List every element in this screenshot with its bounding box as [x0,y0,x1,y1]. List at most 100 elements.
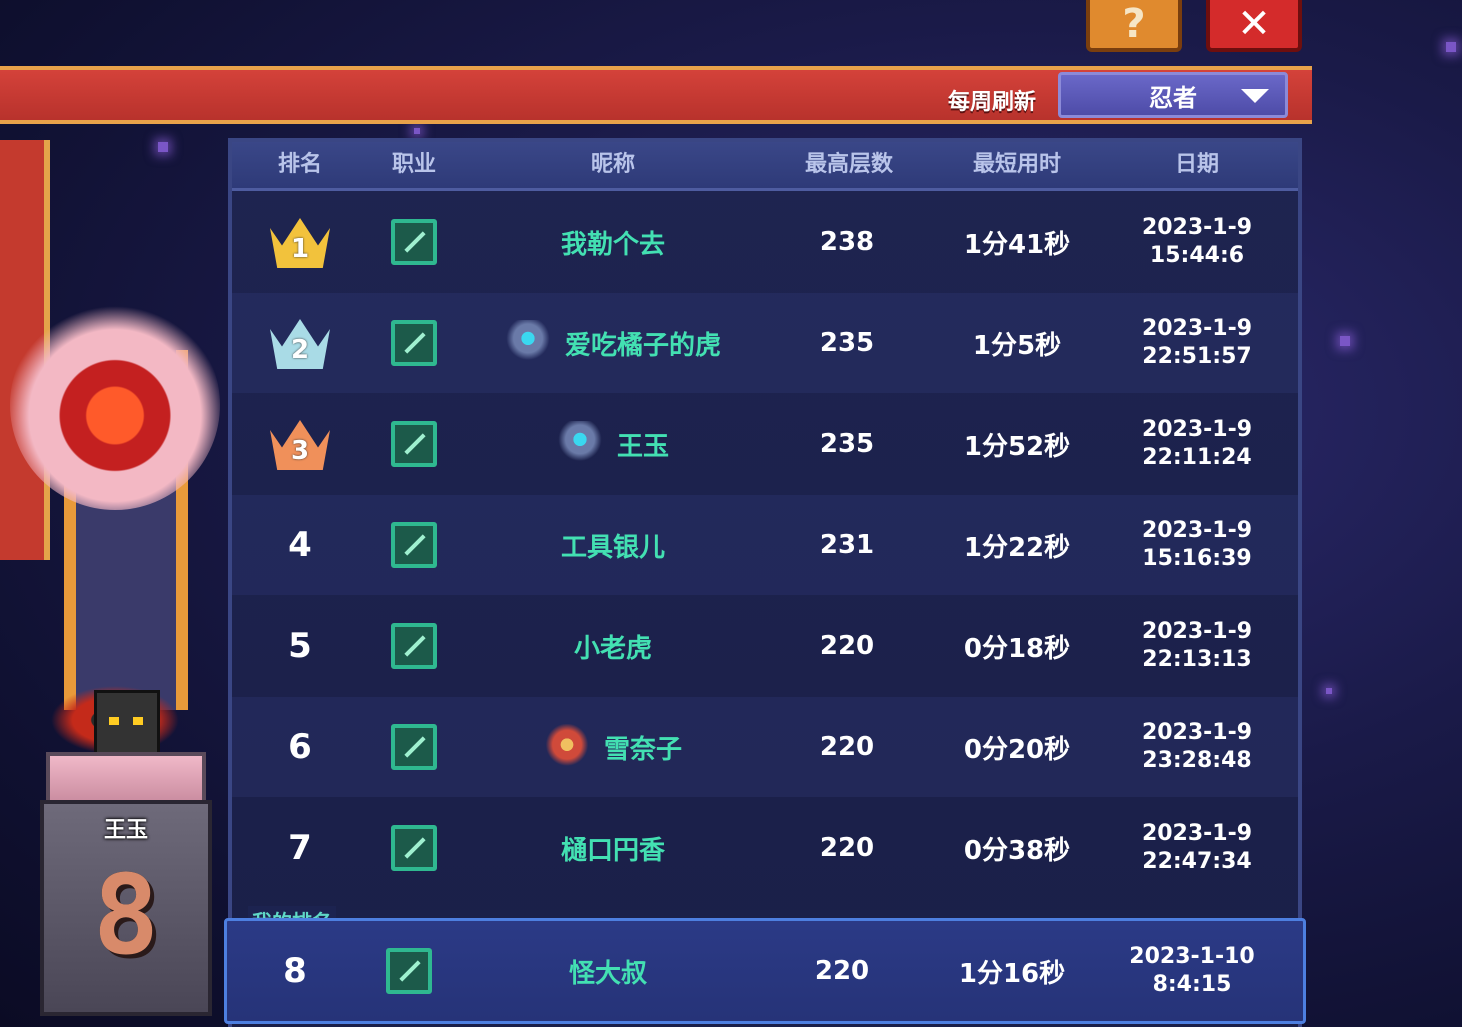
date-cell: 2023-1-9 22:13:13 [1102,596,1292,696]
time-of-day: 8:4:15 [1152,972,1232,997]
time-of-day: 23:28:48 [1142,748,1252,773]
pedestal-rank-number: 8 [92,851,160,979]
weekly-refresh-label: 每周刷新 [948,90,1037,115]
player-name-cell: 樋口円香 [468,798,758,898]
date-cell: 2023-1-9 23:28:48 [1102,697,1292,797]
column-header-max-floor: 最高层数 [804,152,893,177]
player-name: 雪奈子 [603,734,682,765]
table-row[interactable]: 5 小老虎 220 0分18秒 2023-1-9 22:13:13 [232,596,1298,696]
close-icon: ✕ [1237,1,1271,47]
best-time: 1分22秒 [963,532,1071,563]
player-name-cell: 小老虎 [468,596,758,696]
demon-eye [109,717,119,725]
class-cell [374,495,454,595]
rank-number: 5 [288,626,312,666]
table-row[interactable]: 7 樋口円香 220 0分38秒 2023-1-9 22:47:34 [232,798,1298,898]
rank-cell: 5 [260,596,340,696]
sparkle [1340,336,1350,346]
ninja-class-icon [391,320,437,366]
ninja-class-icon [391,724,437,770]
player-name-cell: 工具银儿 [468,495,758,595]
table-row[interactable]: 1 我勒个去 238 1分41秒 2023-1-9 15:44:6 [232,192,1298,292]
column-header-class: 职业 [391,152,436,177]
class-cell [374,293,454,393]
date-cell: 2023-1-10 8:4:15 [1097,921,1287,1021]
player-name-cell: 爱吃橘子的虎 [468,293,758,393]
max-floor: 220 [814,956,870,986]
time-of-day: 22:11:24 [1142,445,1252,470]
demon-eye [133,717,143,725]
date: 2023-1-9 [1141,417,1253,442]
close-button[interactable]: ✕ [1206,0,1302,52]
rank-cell: 4 [260,495,340,595]
date-cell: 2023-1-9 15:16:39 [1102,495,1292,595]
player-name-cell: 王玉 [468,394,758,494]
sparkle [158,142,168,152]
time-of-day: 22:13:13 [1142,647,1252,672]
rank-number: 2 [290,335,310,365]
date-cell: 2023-1-9 22:47:34 [1102,798,1292,898]
max-floor: 220 [819,833,875,863]
rank-cell: 7 [260,798,340,898]
max-floor: 238 [819,227,875,257]
best-time: 0分18秒 [963,633,1071,664]
table-row[interactable]: 2 爱吃橘子的虎 235 1分5秒 2023-1-9 22:51:57 [232,293,1298,393]
class-dropdown[interactable]: 忍者 [1058,72,1288,118]
class-cell [374,394,454,494]
column-header-rank: 排名 [277,152,322,177]
column-header-best-time: 最短用时 [972,152,1061,177]
time-of-day: 22:47:34 [1142,849,1252,874]
my-rank-row[interactable]: 8 怪大叔 220 1分16秒 2023-1-10 8:4:15 [224,918,1306,1024]
ninja-class-icon [391,522,437,568]
player-name: 王玉 [616,431,669,462]
date-cell: 2023-1-9 22:51:57 [1102,293,1292,393]
rank-number: 3 [290,436,310,466]
date: 2023-1-9 [1141,215,1253,240]
ninja-class-icon [391,623,437,669]
table-row[interactable]: 6 雪奈子 220 0分20秒 2023-1-9 23:28:48 [232,697,1298,797]
rank-cell: 3 [260,394,340,494]
rank-number: 6 [288,727,312,767]
question-icon: ? [1122,1,1146,47]
rank-number: 1 [290,234,310,264]
player-name-cell: 我勒个去 [468,192,758,292]
help-button[interactable]: ? [1086,0,1182,52]
max-floor: 231 [819,530,875,560]
blossom-lantern-decoration [10,300,220,510]
player-name: 小老虎 [573,633,652,664]
chevron-down-icon [1241,89,1269,103]
column-header-nickname: 昵称 [590,152,635,177]
time-of-day: 15:44:6 [1149,243,1245,268]
best-time: 0分20秒 [963,734,1071,765]
date: 2023-1-9 [1141,821,1253,846]
date: 2023-1-9 [1141,316,1253,341]
date: 2023-1-9 [1141,619,1253,644]
table-row[interactable]: 3 王玉 235 1分52秒 2023-1-9 22:11:24 [232,394,1298,494]
class-cell [374,192,454,292]
class-cell [374,697,454,797]
date: 2023-1-9 [1141,518,1253,543]
best-time: 1分41秒 [963,229,1071,260]
player-name: 爱吃橘子的虎 [564,330,721,361]
rank-number: 4 [288,525,312,565]
class-cell [374,798,454,898]
spider-avatar-icon [556,421,603,467]
ninja-class-icon [391,219,437,265]
spider-avatar-icon [504,320,551,366]
max-floor: 220 [819,732,875,762]
rank-cell: 6 [260,697,340,797]
table-row[interactable]: 4 工具银儿 231 1分22秒 2023-1-9 15:16:39 [232,495,1298,595]
best-time: 1分52秒 [963,431,1071,462]
max-floor: 235 [819,328,875,358]
robot-avatar-icon [543,724,590,770]
sparkle [1446,42,1456,52]
max-floor: 235 [819,429,875,459]
rank-number: 8 [283,951,307,991]
player-name: 樋口円香 [560,835,665,866]
date: 2023-1-10 [1129,944,1255,969]
ninja-class-icon [391,421,437,467]
ninja-class-icon [386,948,432,994]
sparkle [1326,688,1332,694]
best-time: 1分16秒 [958,958,1066,989]
gold-crown-icon: 1 [270,212,330,272]
